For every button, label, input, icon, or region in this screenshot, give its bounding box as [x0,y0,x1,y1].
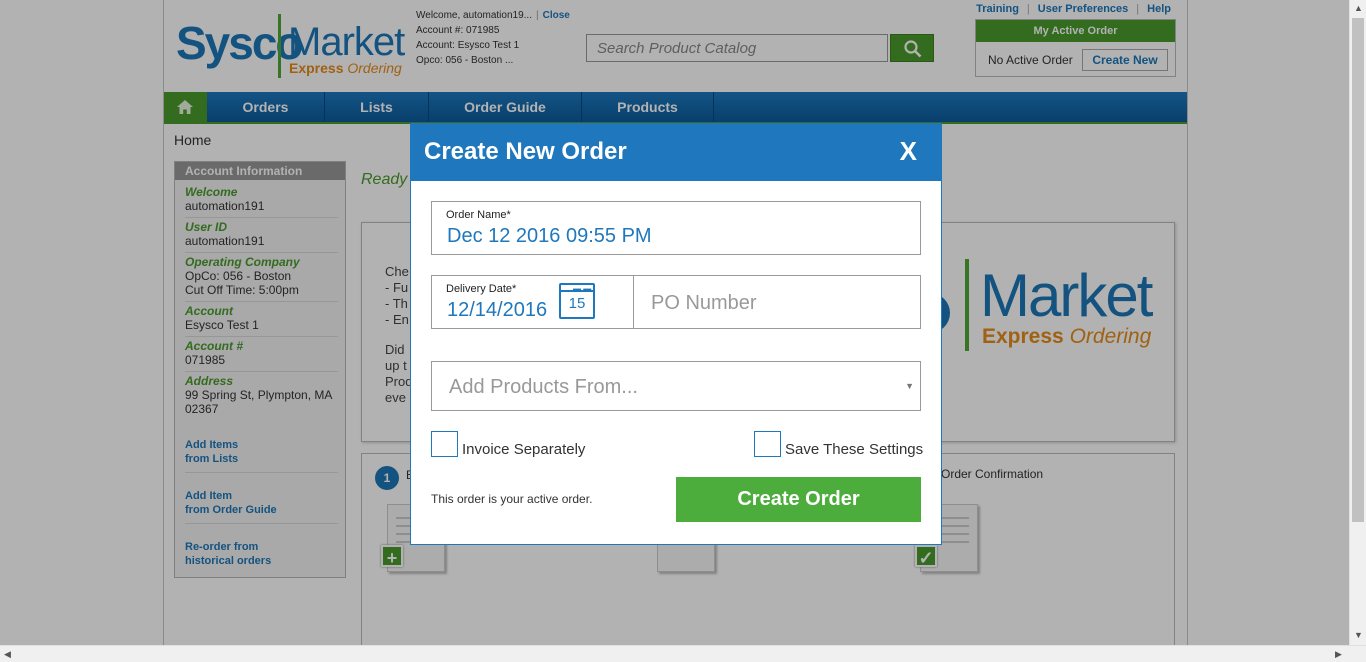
order-name-field[interactable]: Order Name* Dec 12 2016 09:55 PM [431,201,921,255]
invoice-separately-label[interactable]: Invoice Separately [462,441,585,458]
calendar-icon[interactable]: ▬ ▬ 15 [559,283,595,319]
create-order-modal: Create New Order X Order Name* Dec 12 20… [410,123,942,545]
scroll-up-icon[interactable]: ▲ [1354,3,1363,13]
order-name-label: Order Name* [446,209,511,221]
order-name-value[interactable]: Dec 12 2016 09:55 PM [447,225,652,248]
modal-header: Create New Order X [411,124,941,181]
delivery-date-field[interactable]: Delivery Date* 12/14/2016 ▬ ▬ 15 [431,275,634,329]
add-products-placeholder: Add Products From... [449,376,638,398]
scrollbar-thumb[interactable] [1352,18,1364,522]
chevron-down-icon: ▼ [905,381,914,391]
save-settings-checkbox[interactable] [754,431,781,457]
close-icon[interactable]: X [900,136,917,167]
save-settings-label[interactable]: Save These Settings [785,441,923,458]
delivery-date-label: Delivery Date* [446,283,517,295]
scroll-left-icon[interactable]: ◀ [4,649,11,660]
add-products-from-select[interactable]: Add Products From... ▼ [431,361,921,411]
modal-title: Create New Order [424,138,627,165]
invoice-separately-checkbox[interactable] [431,431,458,457]
calendar-day: 15 [568,295,586,312]
create-order-button[interactable]: Create Order [676,477,921,522]
po-number-placeholder: PO Number [651,292,757,314]
scroll-down-icon[interactable]: ▼ [1354,630,1363,640]
horizontal-scrollbar[interactable]: ◀ ▶ [0,645,1366,662]
active-order-note: This order is your active order. [431,492,593,506]
vertical-scrollbar[interactable]: ▲ ▼ [1349,0,1366,645]
delivery-date-value[interactable]: 12/14/2016 [447,299,547,322]
scroll-right-icon[interactable]: ▶ [1335,649,1342,660]
po-number-input[interactable]: PO Number [633,275,921,329]
